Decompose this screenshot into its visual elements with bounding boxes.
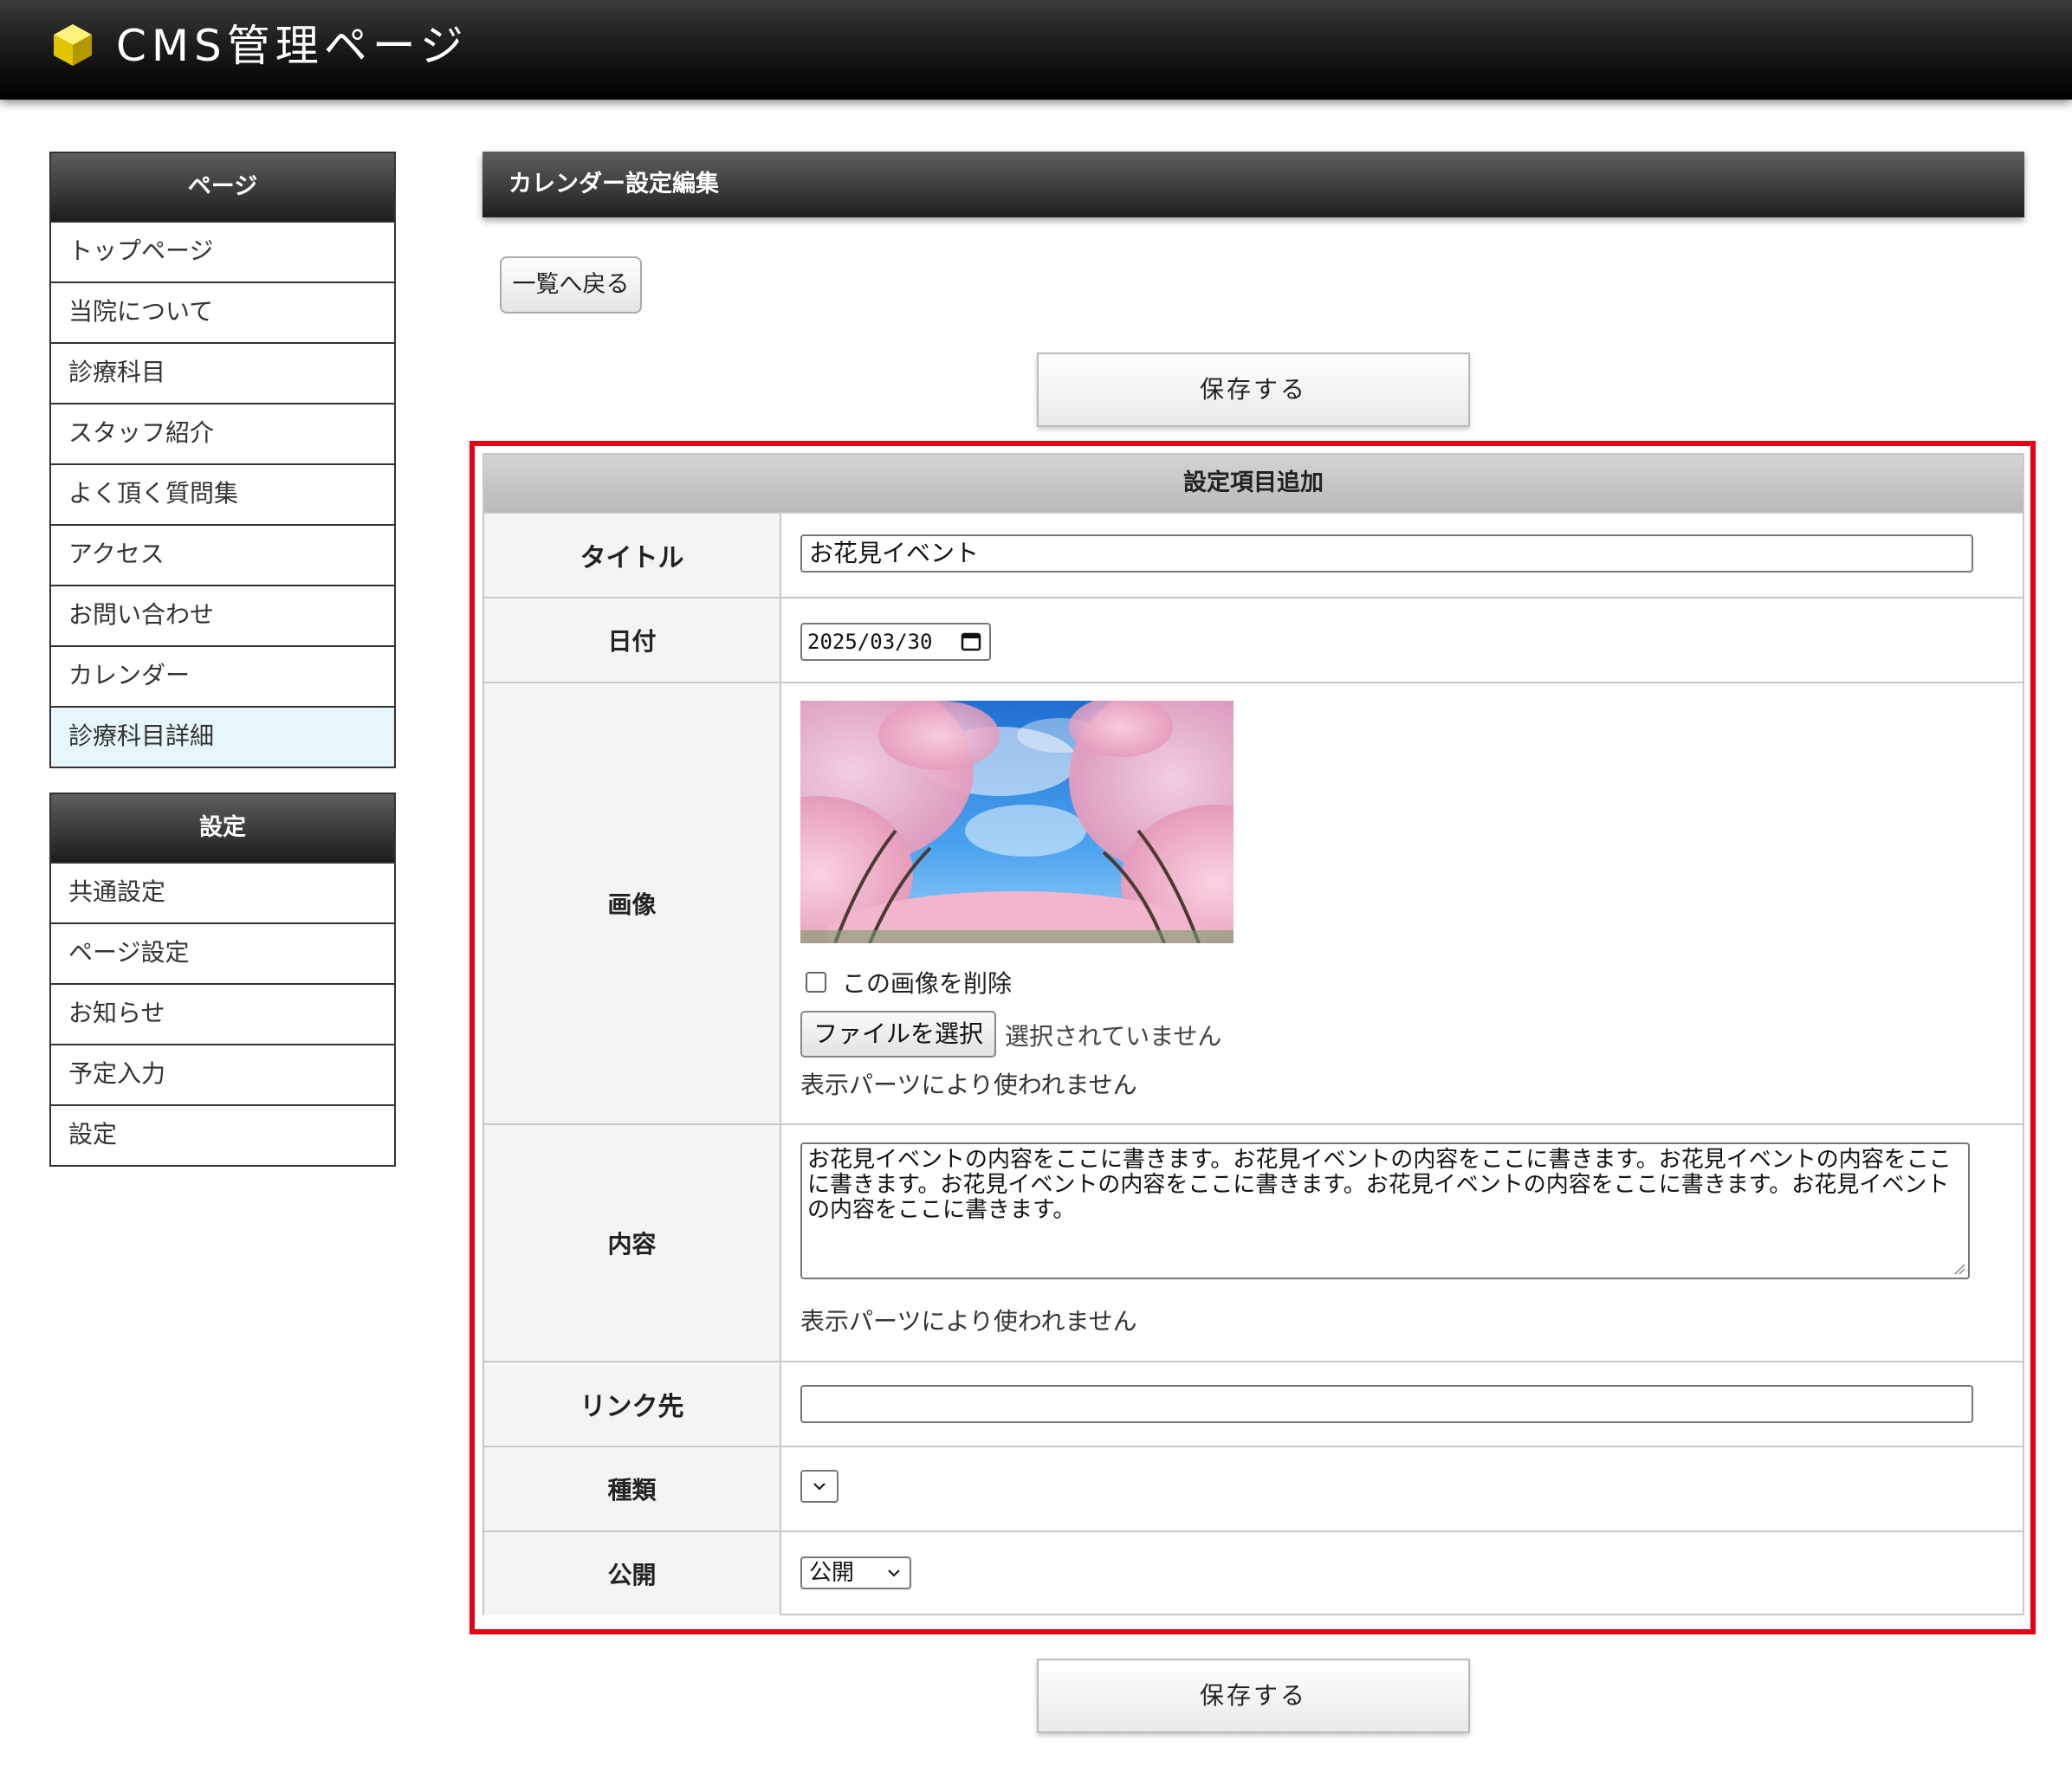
title-input[interactable]: お花見イベント — [800, 534, 1973, 573]
link-label: リンク先 — [484, 1362, 781, 1446]
chevron-down-icon — [888, 1569, 900, 1577]
sidebar-item-settings[interactable]: 設定 — [51, 1104, 394, 1165]
content-textarea[interactable]: お花見イベントの内容をここに書きます。お花見イベントの内容をここに書きます。お花… — [800, 1142, 1970, 1279]
image-label: 画像 — [484, 683, 781, 1123]
publish-value: 公開 — [809, 1560, 855, 1586]
title-label: タイトル — [484, 514, 781, 597]
delete-image-label: この画像を削除 — [842, 969, 1013, 998]
type-select[interactable] — [800, 1470, 839, 1503]
sidebar-item-staff[interactable]: スタッフ紹介 — [51, 403, 394, 463]
type-label: 種類 — [484, 1447, 781, 1530]
image-note: 表示パーツにより使われません — [800, 1071, 1137, 1099]
yellow-cube-icon — [54, 24, 92, 66]
publish-label: 公開 — [484, 1532, 781, 1615]
sidebar-page-heading: ページ — [51, 153, 394, 221]
content-note: 表示パーツにより使われません — [800, 1307, 1137, 1336]
date-label: 日付 — [484, 599, 781, 682]
sidebar-item-calendar[interactable]: カレンダー — [51, 645, 394, 706]
date-input[interactable]: 2025/03/30 — [800, 623, 991, 661]
type-row: 種類 — [484, 1446, 2023, 1530]
settings-form: 設定項目追加 タイトル お花見イベント 日付 2025/03/30 画像 この画… — [482, 453, 2024, 1615]
sidebar-item-page-settings[interactable]: ページ設定 — [51, 922, 394, 983]
chevron-down-icon — [813, 1483, 826, 1491]
image-row: 画像 この画像を削除 ファイルを選択 選択されていません 表示パーツにより使われ… — [484, 682, 2023, 1123]
page-title: カレンダー設定編集 — [482, 152, 2024, 217]
delete-image-checkbox[interactable] — [806, 972, 826, 993]
sidebar-item-news[interactable]: お知らせ — [51, 983, 394, 1044]
calendar-icon[interactable] — [960, 631, 982, 652]
sidebar-item-schedule-input[interactable]: 予定入力 — [51, 1044, 394, 1104]
sidebar-item-access[interactable]: アクセス — [51, 524, 394, 585]
publish-row: 公開 公開 — [484, 1530, 2023, 1615]
app-header: CMS管理ページ — [0, 0, 2072, 100]
sidebar-item-top-page[interactable]: トップページ — [51, 221, 394, 281]
date-value: 2025/03/30 — [807, 630, 933, 654]
date-row: 日付 2025/03/30 — [484, 597, 2023, 682]
back-to-list-button[interactable]: 一覧へ戻る — [500, 256, 642, 314]
resize-grip-icon[interactable] — [1953, 1263, 1965, 1275]
content-row: 内容 お花見イベントの内容をここに書きます。お花見イベントの内容をここに書きます… — [484, 1123, 2023, 1361]
content-text: お花見イベントの内容をここに書きます。お花見イベントの内容をここに書きます。お花… — [807, 1147, 1952, 1223]
file-status: 選択されていません — [1005, 1022, 1222, 1051]
choose-file-button[interactable]: ファイルを選択 — [800, 1011, 996, 1058]
app-title: CMS管理ページ — [116, 21, 469, 71]
sidebar-settings-menu: 設定 共通設定 ページ設定 お知らせ 予定入力 設定 — [49, 793, 396, 1167]
save-button-top[interactable]: 保存する — [1037, 353, 1470, 427]
form-heading: 設定項目追加 — [484, 455, 2023, 512]
publish-select[interactable]: 公開 — [800, 1556, 911, 1589]
sidebar-item-departments[interactable]: 診療科目 — [51, 342, 394, 403]
sidebar-settings-heading: 設定 — [51, 794, 394, 862]
save-button-bottom[interactable]: 保存する — [1037, 1659, 1470, 1733]
title-row: タイトル お花見イベント — [484, 512, 2023, 597]
sidebar-item-common-settings[interactable]: 共通設定 — [51, 862, 394, 922]
sidebar-page-menu: ページ トップページ 当院について 診療科目 スタッフ紹介 よく頂く質問集 アク… — [49, 152, 396, 768]
sidebar-item-faq[interactable]: よく頂く質問集 — [51, 463, 394, 524]
content-label: 内容 — [484, 1125, 781, 1361]
link-row: リンク先 — [484, 1361, 2023, 1446]
sidebar-item-contact[interactable]: お問い合わせ — [51, 585, 394, 645]
cherry-blossom-photo — [800, 701, 1233, 943]
link-input[interactable] — [800, 1385, 1973, 1423]
sidebar-item-department-detail[interactable]: 診療科目詳細 — [51, 706, 394, 767]
sidebar-item-about[interactable]: 当院について — [51, 281, 394, 342]
delete-image-option[interactable]: この画像を削除 — [806, 967, 1012, 998]
